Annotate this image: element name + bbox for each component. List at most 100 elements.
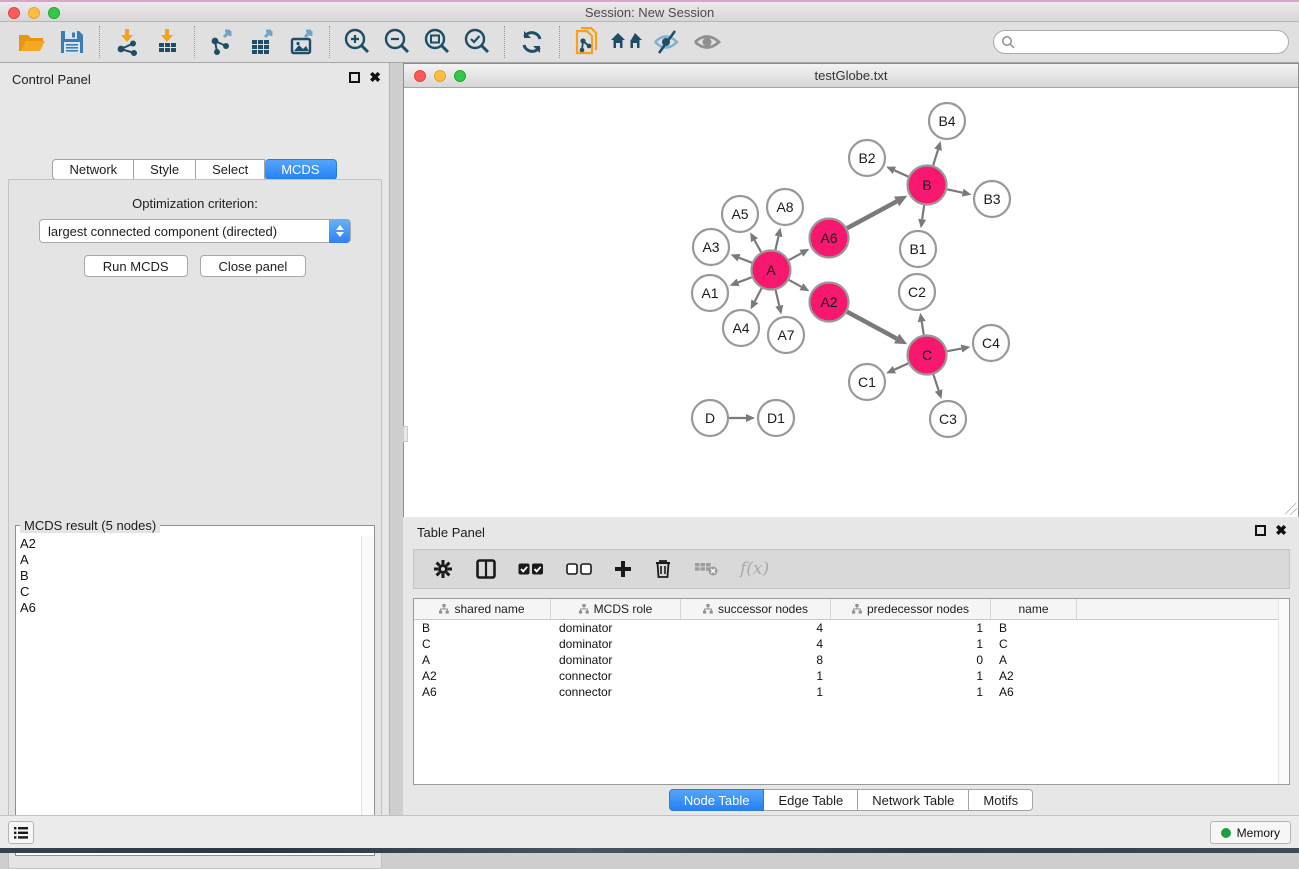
import-table-icon[interactable] xyxy=(147,25,187,59)
first-neighbors-icon[interactable] xyxy=(607,25,647,59)
task-history-button[interactable] xyxy=(8,821,34,844)
memory-button[interactable]: Memory xyxy=(1210,821,1291,844)
network-canvas[interactable]: AA1A2A3A4A5A6A7A8BB1B2B3B4CC1C2C3C4DD1 xyxy=(404,89,1298,517)
node-label-B2: B2 xyxy=(858,150,875,166)
table-row[interactable]: Cdominator41C xyxy=(414,636,1289,652)
column-header-name[interactable]: name xyxy=(991,599,1077,619)
close-panel-icon[interactable]: ✖ xyxy=(369,72,381,83)
column-header-label: predecessor nodes xyxy=(867,602,969,616)
tab-mcds[interactable]: MCDS xyxy=(265,159,336,180)
edge-B-B4[interactable] xyxy=(933,150,938,166)
float-panel-icon[interactable] xyxy=(349,72,360,83)
save-session-icon[interactable] xyxy=(52,25,92,59)
column-header-predecessor-nodes[interactable]: predecessor nodes xyxy=(831,599,991,619)
zoom-selected-icon[interactable] xyxy=(457,25,497,59)
node-table[interactable]: shared nameMCDS rolesuccessor nodes prede… xyxy=(413,598,1290,785)
edge-A-A6[interactable] xyxy=(789,253,801,260)
table-row[interactable]: A2connector11A2 xyxy=(414,668,1289,684)
edge-A-A8[interactable] xyxy=(775,236,778,250)
select-all-icon[interactable] xyxy=(518,562,544,576)
refresh-icon[interactable] xyxy=(512,25,552,59)
splitter-grip[interactable] xyxy=(403,426,408,442)
mcds-result-list[interactable]: A2ABCA6 xyxy=(17,536,361,854)
node-label-B4: B4 xyxy=(938,113,955,129)
arrowhead-icon xyxy=(934,141,942,151)
run-mcds-button[interactable]: Run MCDS xyxy=(84,255,188,277)
table-cell: 1 xyxy=(681,669,831,683)
export-network-icon[interactable] xyxy=(202,25,242,59)
optimization-criterion-dropdown[interactable]: largest connected component (directed) xyxy=(39,219,351,243)
result-list-item[interactable]: A2 xyxy=(20,536,361,552)
node-label-A: A xyxy=(766,262,776,278)
table-row[interactable]: A6connector11A6 xyxy=(414,684,1289,700)
table-row[interactable]: Adominator80A xyxy=(414,652,1289,668)
tab-network[interactable]: Network xyxy=(52,159,134,180)
close-table-panel-icon[interactable]: ✖ xyxy=(1275,525,1287,536)
node-label-A3: A3 xyxy=(702,239,719,255)
edge-C-C1[interactable] xyxy=(894,363,908,369)
table-scrollbar[interactable] xyxy=(1278,599,1289,784)
edge-A-A2[interactable] xyxy=(789,280,801,287)
delete-table-icon[interactable] xyxy=(694,561,718,577)
hide-selected-icon[interactable] xyxy=(647,25,687,59)
column-header-MCDS-role[interactable]: MCDS role xyxy=(551,599,681,619)
edge-C-C2[interactable] xyxy=(922,322,924,335)
tab-select[interactable]: Select xyxy=(196,159,265,180)
new-network-icon[interactable] xyxy=(567,25,607,59)
column-header-shared-name[interactable]: shared name xyxy=(414,599,551,619)
result-list-item[interactable]: A6 xyxy=(20,600,361,616)
edge-A2-C[interactable] xyxy=(847,312,897,339)
search-field[interactable] xyxy=(993,30,1289,54)
export-table-icon[interactable] xyxy=(242,25,282,59)
delete-column-icon[interactable] xyxy=(654,559,672,579)
column-header-successor-nodes[interactable]: successor nodes xyxy=(681,599,831,619)
column-header-filler xyxy=(1077,599,1289,619)
edge-B-B3[interactable] xyxy=(947,189,963,192)
edge-A-A7[interactable] xyxy=(776,290,780,306)
result-list-item[interactable]: A xyxy=(20,552,361,568)
table-cell: C xyxy=(414,637,551,651)
gear-icon[interactable] xyxy=(432,558,454,580)
add-column-icon[interactable] xyxy=(614,560,632,578)
columns-icon[interactable] xyxy=(476,559,496,579)
network-zoom-button[interactable] xyxy=(454,70,466,82)
import-network-icon[interactable] xyxy=(107,25,147,59)
network-minimize-button[interactable] xyxy=(434,70,446,82)
edge-B-B2[interactable] xyxy=(894,170,908,176)
edge-B-B1[interactable] xyxy=(922,205,924,219)
edge-A-A3[interactable] xyxy=(739,258,752,263)
zoom-fit-icon[interactable] xyxy=(417,25,457,59)
show-all-icon[interactable] xyxy=(687,25,727,59)
network-close-button[interactable] xyxy=(414,70,426,82)
float-table-panel-icon[interactable] xyxy=(1255,525,1266,536)
edge-C-C4[interactable] xyxy=(947,349,961,352)
tab-motifs[interactable]: Motifs xyxy=(969,789,1033,811)
zoom-in-icon[interactable] xyxy=(337,25,377,59)
edge-A6-B[interactable] xyxy=(847,201,897,228)
node-label-C1: C1 xyxy=(858,374,876,390)
open-file-icon[interactable] xyxy=(12,25,52,59)
arrowhead-icon xyxy=(775,305,783,315)
network-window-title: testGlobe.txt xyxy=(404,64,1298,83)
edge-A-A5[interactable] xyxy=(755,240,762,252)
zoom-out-icon[interactable] xyxy=(377,25,417,59)
result-list-item[interactable]: B xyxy=(20,568,361,584)
result-scrollbar[interactable] xyxy=(361,536,373,854)
export-image-icon[interactable] xyxy=(282,25,322,59)
result-list-item[interactable]: C xyxy=(20,584,361,600)
window-title: Session: New Session xyxy=(0,5,1299,20)
edge-C-C3[interactable] xyxy=(933,374,938,390)
resize-grip-icon[interactable] xyxy=(1285,503,1297,515)
tab-node-table[interactable]: Node Table xyxy=(669,789,765,811)
tab-network-table[interactable]: Network Table xyxy=(858,789,969,811)
dropdown-value: largest connected component (directed) xyxy=(48,224,277,239)
function-builder-icon[interactable]: f(x) xyxy=(740,559,769,579)
table-row[interactable]: Bdominator41B xyxy=(414,620,1289,636)
edge-A-A4[interactable] xyxy=(755,288,762,301)
close-panel-button[interactable]: Close panel xyxy=(200,255,307,277)
search-input[interactable] xyxy=(1019,32,1288,52)
tab-style[interactable]: Style xyxy=(134,159,196,180)
edge-A-A1[interactable] xyxy=(738,277,752,282)
deselect-all-icon[interactable] xyxy=(566,562,592,576)
tab-edge-table[interactable]: Edge Table xyxy=(764,789,858,811)
